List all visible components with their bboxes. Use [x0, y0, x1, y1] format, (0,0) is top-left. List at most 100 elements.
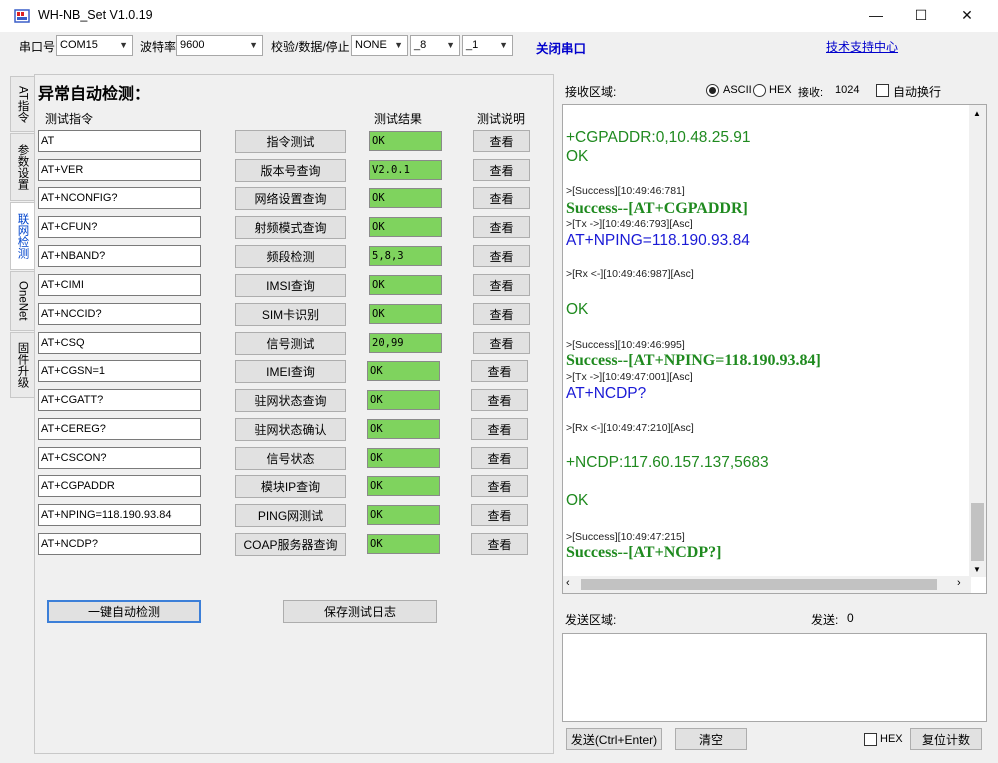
view-button[interactable]: 查看 — [473, 187, 530, 209]
databits-select[interactable]: _8 ▼ — [410, 35, 460, 56]
view-button[interactable]: 查看 — [473, 332, 530, 354]
stopbits-select[interactable]: _1 ▼ — [462, 35, 513, 56]
test-result-field: 20,99 — [369, 333, 442, 353]
test-result-field: OK — [367, 419, 440, 439]
view-button[interactable]: 查看 — [473, 216, 530, 238]
save-log-button[interactable]: 保存测试日志 — [283, 600, 437, 623]
command-input[interactable]: AT+NCCID? — [38, 303, 201, 325]
ascii-radio[interactable] — [706, 84, 719, 97]
scrollbar-thumb[interactable] — [971, 503, 984, 561]
command-input[interactable]: AT+CGPADDR — [38, 475, 201, 497]
scroll-down-icon[interactable]: ▼ — [973, 565, 981, 574]
hex-radio[interactable] — [753, 84, 766, 97]
minimize-button[interactable]: — — [853, 0, 899, 30]
vertical-scrollbar[interactable]: ▲ ▼ — [969, 105, 986, 577]
command-input[interactable]: AT+CFUN? — [38, 216, 201, 238]
test-result-field: V2.0.1 — [369, 160, 442, 180]
stopbits-value: _1 — [466, 39, 479, 51]
view-button[interactable]: 查看 — [473, 245, 530, 267]
test-action-button[interactable]: 信号状态 — [235, 447, 346, 470]
clear-button[interactable]: 清空 — [675, 728, 747, 750]
port-select[interactable]: COM15 ▼ — [56, 35, 133, 56]
one-click-test-button[interactable]: 一键自动检测 — [47, 600, 201, 623]
view-button[interactable]: 查看 — [471, 389, 528, 411]
databits-value: _8 — [414, 39, 427, 51]
view-button[interactable]: 查看 — [473, 159, 530, 181]
tab-at-commands[interactable]: AT指令 — [10, 76, 34, 132]
chevron-down-icon: ▼ — [499, 40, 508, 50]
view-button[interactable]: 查看 — [471, 360, 528, 382]
test-action-button[interactable]: PING网测试 — [235, 504, 346, 527]
command-input[interactable]: AT+CGSN=1 — [38, 360, 201, 382]
port-value: COM15 — [60, 39, 98, 51]
scroll-left-icon[interactable]: ‹ — [566, 577, 570, 589]
command-input[interactable]: AT+CSCON? — [38, 447, 201, 469]
tab-firmware[interactable]: 固件升级 — [10, 332, 34, 398]
app-icon — [14, 9, 30, 23]
command-input[interactable]: AT+CEREG? — [38, 418, 201, 440]
test-result-field: OK — [369, 188, 442, 208]
test-action-button[interactable]: 驻网状态确认 — [235, 418, 346, 441]
receive-area[interactable]: +CGPADDR:0,10.48.25.91 OK >[Success][10:49… — [562, 104, 987, 594]
baud-value: 9600 — [180, 39, 205, 51]
send-input[interactable] — [562, 633, 987, 722]
test-action-button[interactable]: 驻网状态查询 — [235, 389, 346, 412]
send-button[interactable]: 发送(Ctrl+Enter) — [566, 728, 662, 750]
test-action-button[interactable]: SIM卡识别 — [235, 303, 346, 326]
test-action-button[interactable]: 射频模式查询 — [235, 216, 346, 239]
test-action-button[interactable]: 指令测试 — [235, 130, 346, 153]
test-action-button[interactable]: 信号测试 — [235, 332, 346, 355]
test-result-field: OK — [367, 448, 440, 468]
auto-test-heading: 异常自动检测： — [38, 86, 151, 103]
send-hex-checkbox[interactable] — [864, 733, 877, 746]
test-action-button[interactable]: 版本号查询 — [235, 159, 346, 182]
parity-label: 校验/数据/停止 — [271, 40, 350, 54]
parity-select[interactable]: NONE ▼ — [351, 35, 408, 56]
scroll-right-icon[interactable]: › — [957, 577, 961, 589]
test-action-button[interactable]: COAP服务器查询 — [235, 533, 346, 556]
test-action-button[interactable]: 网络设置查询 — [235, 187, 346, 210]
view-button[interactable]: 查看 — [471, 475, 528, 497]
command-input[interactable]: AT+NBAND? — [38, 245, 201, 267]
view-button[interactable]: 查看 — [473, 274, 530, 296]
view-button[interactable]: 查看 — [471, 447, 528, 469]
test-action-button[interactable]: 频段检测 — [235, 245, 346, 268]
command-input[interactable]: AT+CGATT? — [38, 389, 201, 411]
support-link[interactable]: 技术支持中心 — [826, 38, 898, 55]
command-input[interactable]: AT+NPING=118.190.93.84 — [38, 504, 201, 526]
tab-label: AT指令 — [16, 85, 29, 123]
test-action-button[interactable]: 模块IP查询 — [235, 475, 346, 498]
receive-log-line: AT+NCDP? — [566, 385, 647, 402]
view-button[interactable]: 查看 — [473, 130, 530, 152]
baud-select[interactable]: 9600 ▼ — [176, 35, 263, 56]
test-result-field: OK — [367, 505, 440, 525]
scroll-up-icon[interactable]: ▲ — [973, 109, 981, 118]
ascii-label: ASCII — [723, 84, 752, 96]
view-button[interactable]: 查看 — [471, 504, 528, 526]
close-button[interactable]: ✕ — [944, 0, 990, 30]
scrollbar-thumb[interactable] — [581, 579, 937, 590]
command-input[interactable]: AT+NCDP? — [38, 533, 201, 555]
command-input[interactable]: AT+VER — [38, 159, 201, 181]
horizontal-scrollbar[interactable]: ‹ › — [563, 576, 971, 593]
receive-log-line: Success--[AT+CGPADDR] — [566, 200, 748, 217]
tab-onenet[interactable]: OneNet — [10, 271, 34, 331]
view-button[interactable]: 查看 — [471, 533, 528, 555]
test-action-button[interactable]: IMEI查询 — [235, 360, 346, 383]
col-cmd-header: 测试指令 — [45, 112, 94, 126]
maximize-button[interactable]: ☐ — [898, 0, 944, 30]
view-button[interactable]: 查看 — [471, 418, 528, 440]
view-button[interactable]: 查看 — [473, 303, 530, 325]
chevron-down-icon: ▼ — [119, 40, 128, 50]
test-action-button[interactable]: IMSI查询 — [235, 274, 346, 297]
command-input[interactable]: AT — [38, 130, 201, 152]
autowrap-checkbox[interactable] — [876, 84, 889, 97]
command-input[interactable]: AT+CIMI — [38, 274, 201, 296]
reset-count-button[interactable]: 复位计数 — [910, 728, 982, 750]
command-input[interactable]: AT+NCONFIG? — [38, 187, 201, 209]
tab-label: 固件升级 — [16, 342, 29, 388]
command-input[interactable]: AT+CSQ — [38, 332, 201, 354]
tab-params[interactable]: 参数设置 — [10, 133, 34, 201]
tab-network-test[interactable]: 联网检测 — [10, 202, 34, 270]
close-port-button[interactable]: 关闭串口 — [536, 38, 586, 57]
